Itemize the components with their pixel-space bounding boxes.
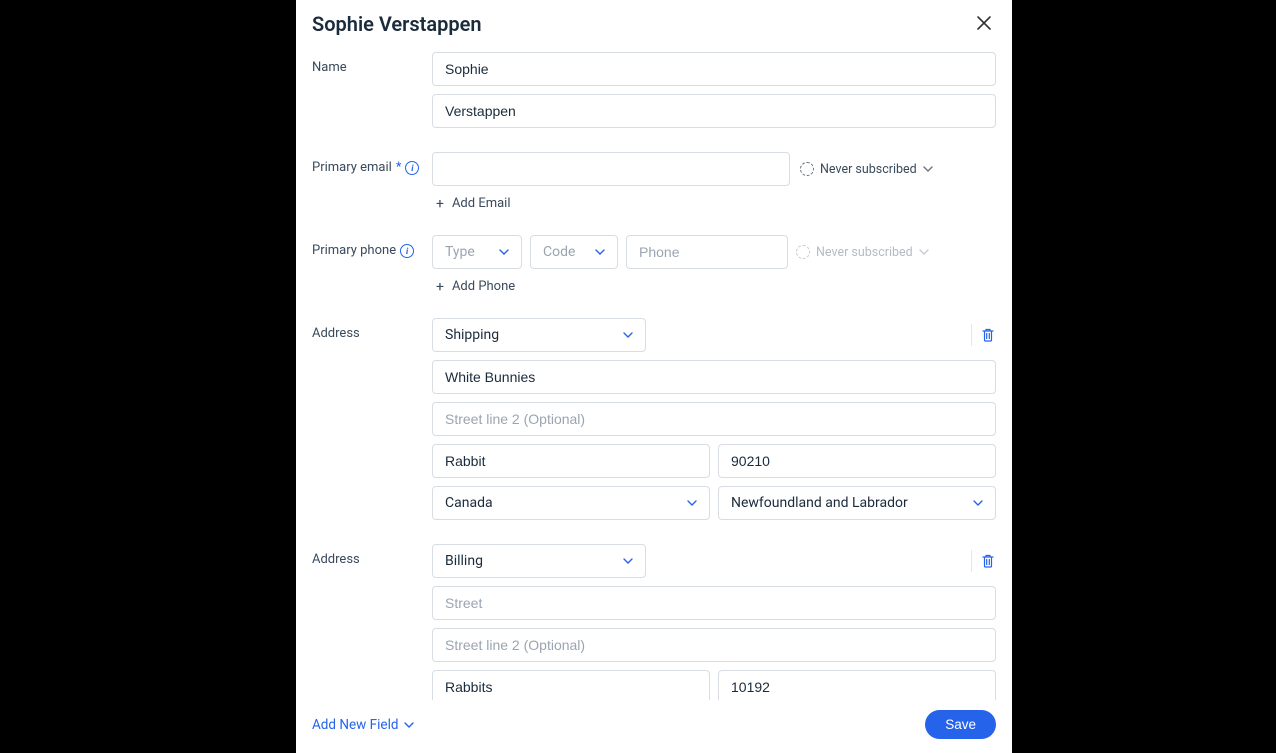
dashed-circle-icon xyxy=(800,162,814,176)
address-row: Address Shipping xyxy=(312,318,996,520)
city-input[interactable] xyxy=(432,670,710,700)
modal-body: Name Primary email * i Never subscribed xyxy=(296,44,1012,700)
info-icon[interactable]: i xyxy=(405,161,419,175)
phone-code-select[interactable]: Code xyxy=(530,235,618,269)
chevron-down-icon xyxy=(595,247,605,257)
zip-input[interactable] xyxy=(718,670,996,700)
name-row: Name xyxy=(312,52,996,128)
dashed-circle-icon xyxy=(796,245,810,259)
phone-subscription-status: Never subscribed xyxy=(796,245,929,260)
last-name-input[interactable] xyxy=(432,94,996,128)
chevron-down-icon xyxy=(687,498,697,508)
first-name-input[interactable] xyxy=(432,52,996,86)
chevron-down-icon xyxy=(499,247,509,257)
save-button[interactable]: Save xyxy=(925,710,996,739)
chevron-down-icon xyxy=(404,720,414,730)
plus-icon: + xyxy=(436,197,444,211)
street2-input[interactable] xyxy=(432,402,996,436)
add-new-field-button[interactable]: Add New Field xyxy=(312,717,414,733)
street1-input[interactable] xyxy=(432,360,996,394)
chevron-down-icon xyxy=(623,330,633,340)
street1-input[interactable] xyxy=(432,586,996,620)
email-subscription-status[interactable]: Never subscribed xyxy=(800,162,933,177)
modal-title: Sophie Verstappen xyxy=(312,12,482,36)
delete-address-button[interactable] xyxy=(980,553,996,569)
add-email-button[interactable]: + Add Email xyxy=(432,196,996,211)
contact-edit-modal: Sophie Verstappen Name Primary email * i xyxy=(296,0,1012,753)
address-fields: Billing United State xyxy=(432,544,996,700)
region-select[interactable]: Newfoundland and Labrador xyxy=(718,486,996,520)
zip-input[interactable] xyxy=(718,444,996,478)
phone-row: Primary phone i Type Code Ne xyxy=(312,235,996,294)
modal-header: Sophie Verstappen xyxy=(296,0,1012,44)
street2-input[interactable] xyxy=(432,628,996,662)
address-label: Address xyxy=(312,544,432,567)
divider xyxy=(971,324,972,346)
email-label: Primary email * i xyxy=(312,152,432,175)
name-label: Name xyxy=(312,52,432,75)
name-fields xyxy=(432,52,996,128)
chevron-down-icon xyxy=(623,556,633,566)
required-asterisk: * xyxy=(396,160,402,175)
address-row: Address Billing xyxy=(312,544,996,700)
chevron-down-icon xyxy=(973,498,983,508)
address-type-select[interactable]: Billing xyxy=(432,544,646,578)
add-phone-button[interactable]: + Add Phone xyxy=(432,279,996,294)
plus-icon: + xyxy=(436,280,444,294)
close-button[interactable] xyxy=(972,10,996,38)
phone-type-select[interactable]: Type xyxy=(432,235,522,269)
email-input[interactable] xyxy=(432,152,790,186)
divider xyxy=(971,550,972,572)
city-input[interactable] xyxy=(432,444,710,478)
phone-fields: Type Code Never subscribed + xyxy=(432,235,996,294)
trash-icon xyxy=(980,553,996,569)
modal-footer: Add New Field Save xyxy=(296,700,1012,753)
address-fields: Shipping Canada xyxy=(432,318,996,520)
chevron-down-icon xyxy=(923,164,933,174)
phone-number-input[interactable] xyxy=(626,235,788,269)
email-fields: Never subscribed + Add Email xyxy=(432,152,996,211)
phone-label: Primary phone i xyxy=(312,235,432,258)
trash-icon xyxy=(980,327,996,343)
address-type-select[interactable]: Shipping xyxy=(432,318,646,352)
info-icon[interactable]: i xyxy=(400,244,414,258)
close-icon xyxy=(976,15,992,31)
email-row: Primary email * i Never subscribed + Add… xyxy=(312,152,996,211)
address-label: Address xyxy=(312,318,432,341)
country-select[interactable]: Canada xyxy=(432,486,710,520)
chevron-down-icon xyxy=(919,247,929,257)
delete-address-button[interactable] xyxy=(980,327,996,343)
